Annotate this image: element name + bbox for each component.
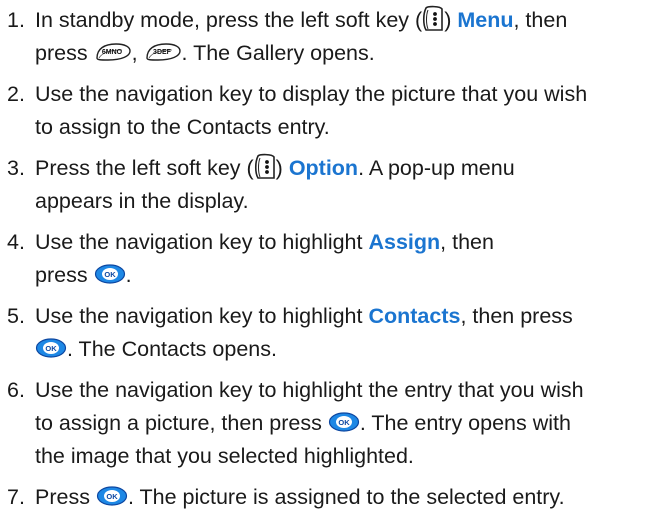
step-5: 5. Use the navigation key to highlight C… <box>7 300 651 366</box>
ok-key-icon: OK <box>35 337 67 359</box>
step-text: In standby mode, press the left soft key… <box>35 4 651 70</box>
step-text: Press OK . The picture is assigned to the… <box>35 481 651 514</box>
step-text-fragment: Use the navigation key to display the pi… <box>35 82 588 106</box>
step-number: 1. <box>7 8 25 32</box>
step-number: 5. <box>7 304 25 328</box>
step-text-fragment: ) <box>444 8 458 32</box>
step-4: 4. Use the navigation key to highlight A… <box>7 226 651 292</box>
menu-label: Menu <box>457 8 514 32</box>
step-6: 6. Use the navigation key to highlight t… <box>7 374 651 473</box>
step-text-fragment: appears in the display. <box>35 189 249 213</box>
key-3-label: 3DEF <box>153 49 172 56</box>
step-text: Use the navigation key to display the pi… <box>35 78 651 144</box>
step-text-fragment: . The picture is assigned to the selecte… <box>127 485 565 509</box>
step-text-fragment: . The Contacts opens. <box>67 337 277 361</box>
step-text-fragment: . <box>125 263 132 287</box>
step-text-fragment: In standby mode, press the left soft key… <box>35 8 423 32</box>
step-number: 2. <box>7 82 25 106</box>
step-text-fragment: Use the navigation key to highlight <box>35 304 369 328</box>
step-2: 2. Use the navigation key to display the… <box>7 78 651 144</box>
step-text-fragment: Press <box>35 485 96 509</box>
assign-label: Assign <box>368 230 441 254</box>
key-3-icon: 3DEF <box>144 41 182 63</box>
ok-key-label: OK <box>45 344 57 353</box>
step-text: Use the navigation key to highlight Cont… <box>35 300 651 366</box>
ok-key-label: OK <box>104 270 116 279</box>
step-text: Press the left soft key () Option. A pop… <box>35 152 651 218</box>
instruction-page: 1. In standby mode, press the left soft … <box>0 0 651 518</box>
step-1: 1. In standby mode, press the left soft … <box>7 4 651 70</box>
step-text-fragment: , then press <box>460 304 573 328</box>
ok-key-label: OK <box>338 418 350 427</box>
step-text-fragment: press <box>35 263 94 287</box>
ok-key-icon: OK <box>96 485 128 507</box>
step-text-fragment: the image that you selected highlighted. <box>35 444 414 468</box>
step-text-fragment: Use the navigation key to highlight <box>35 230 369 254</box>
step-3: 3. Press the left soft key () Option. A … <box>7 152 651 218</box>
step-text: Use the navigation key to highlight the … <box>35 374 651 473</box>
step-text-fragment: to assign to the Contacts entry. <box>35 115 330 139</box>
step-text-fragment: Use the navigation key to highlight the … <box>35 378 584 402</box>
key-6-label: 6MNO <box>101 49 122 56</box>
step-text-fragment: Press the left soft key ( <box>35 156 254 180</box>
left-soft-key-icon <box>254 153 276 181</box>
step-7: 7. Press OK . The picture is assigned to … <box>7 481 651 514</box>
ok-key-label: OK <box>106 492 118 501</box>
step-number: 6. <box>7 378 25 402</box>
step-text-fragment: . A pop-up menu <box>358 156 515 180</box>
step-text-fragment: to assign a picture, then press <box>35 411 328 435</box>
ok-key-icon: OK <box>94 263 126 285</box>
step-text-fragment: , <box>131 41 144 65</box>
step-text-fragment: , then <box>440 230 494 254</box>
step-number: 7. <box>7 485 25 509</box>
step-text: Use the navigation key to highlight Assi… <box>35 226 651 292</box>
step-number: 4. <box>7 230 25 254</box>
contacts-label: Contacts <box>368 304 461 328</box>
step-number: 3. <box>7 156 25 180</box>
step-text-fragment: . The entry opens with <box>359 411 571 435</box>
key-6-icon: 6MNO <box>94 41 132 63</box>
option-label: Option <box>288 156 359 180</box>
ok-key-icon: OK <box>328 411 360 433</box>
step-text-fragment: , then <box>513 8 568 32</box>
step-text-fragment: . The Gallery opens. <box>181 41 375 65</box>
step-text-fragment: press <box>35 41 94 65</box>
left-soft-key-icon <box>422 5 444 33</box>
step-text-fragment: ) <box>275 156 289 180</box>
